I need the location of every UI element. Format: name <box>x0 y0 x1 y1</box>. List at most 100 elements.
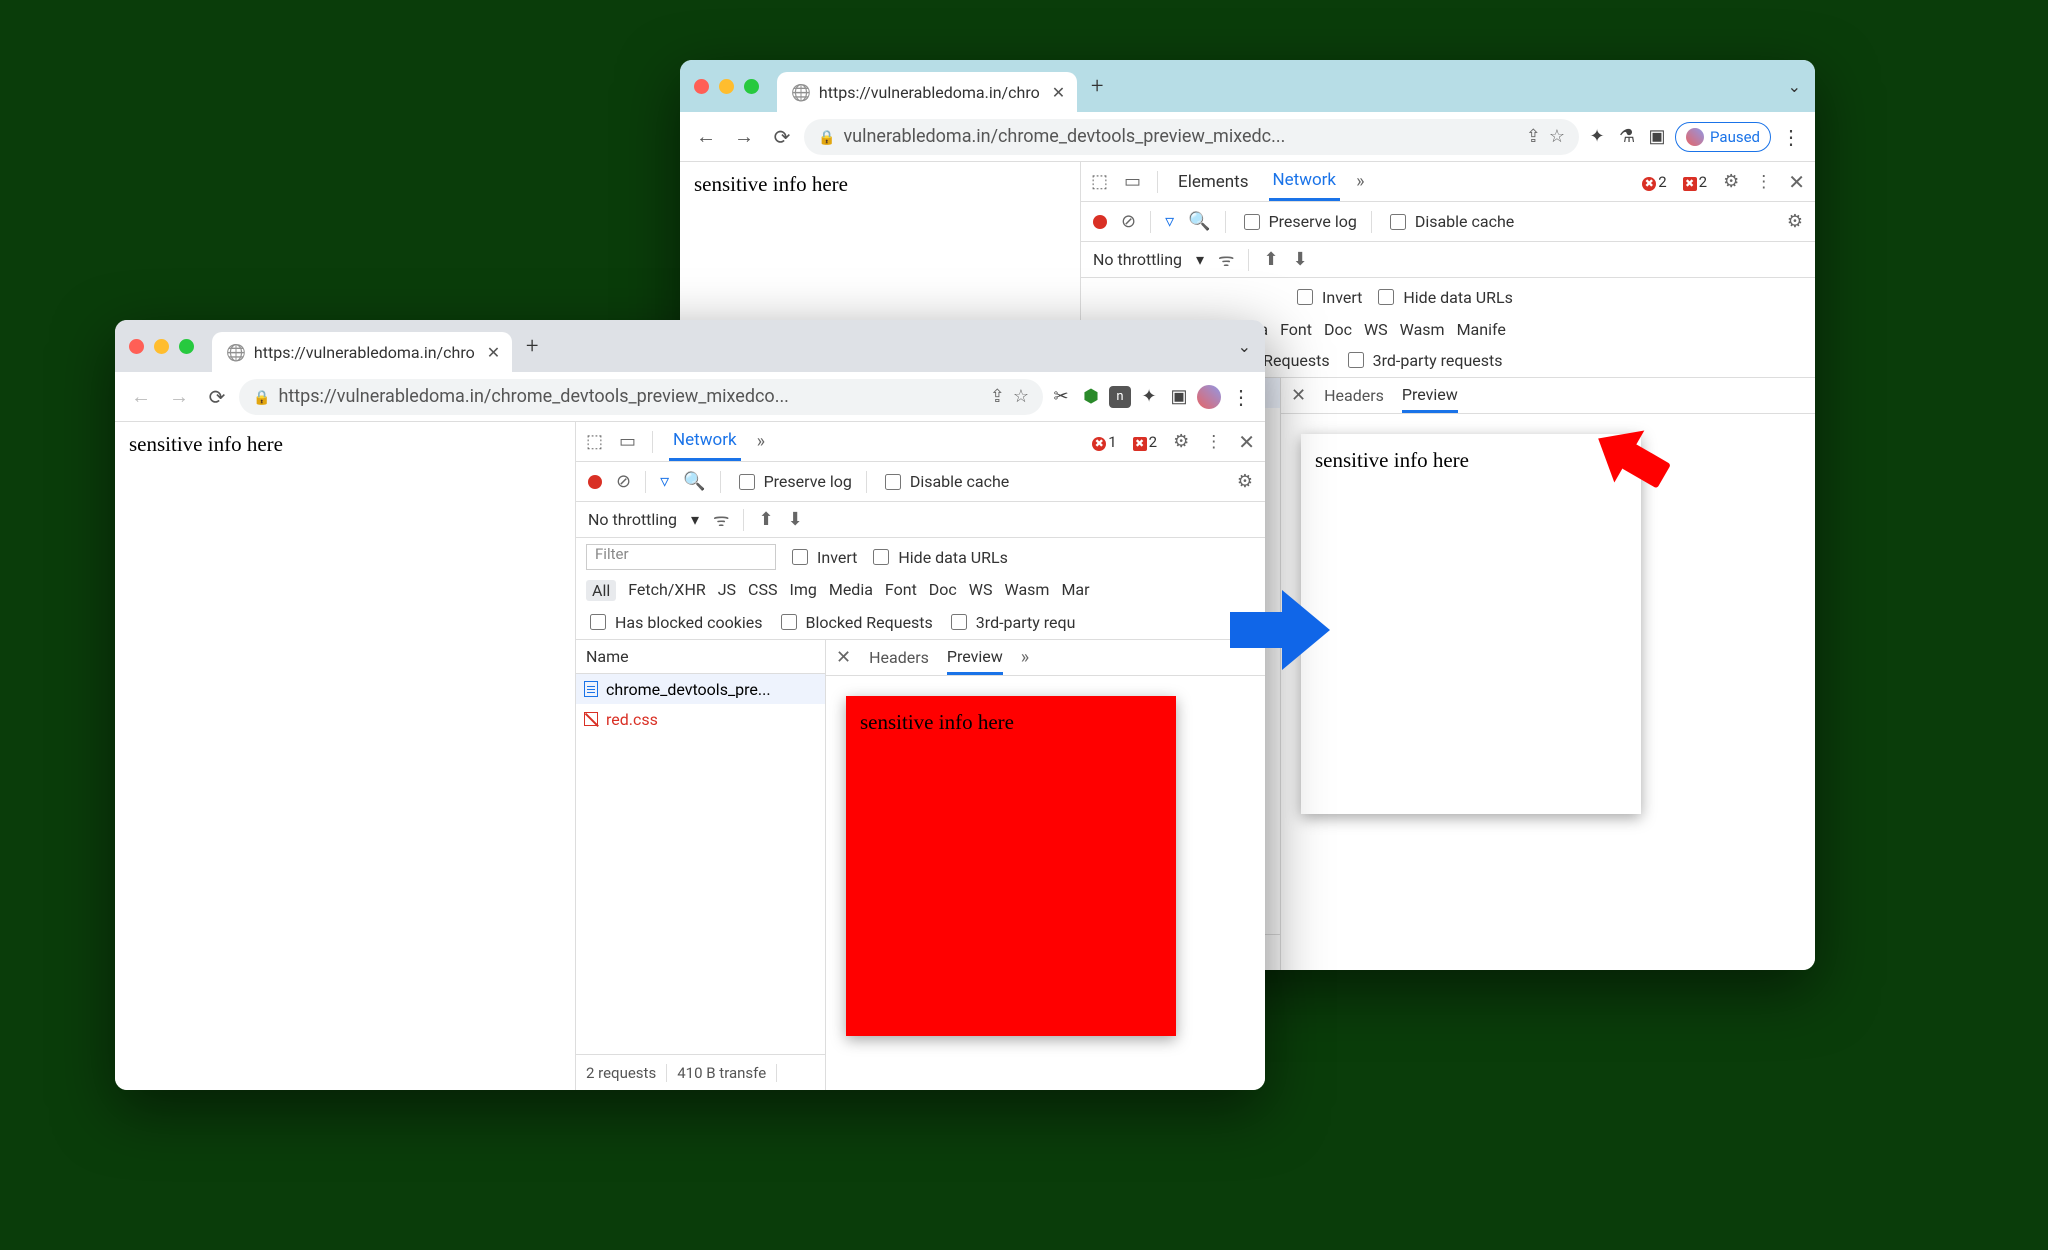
reload-button[interactable]: ⟳ <box>201 385 233 409</box>
device-icon[interactable]: ▭ <box>619 431 636 452</box>
chevron-down-icon[interactable]: ▾ <box>691 510 699 529</box>
ext-n-icon[interactable]: n <box>1109 386 1131 408</box>
close-tab-icon[interactable]: ✕ <box>1052 83 1065 102</box>
blocked-requests-checkbox[interactable]: Blocked Requests <box>777 611 933 633</box>
browser-tab[interactable]: https://vulnerabledoma.in/chro ✕ <box>212 332 512 372</box>
close-detail-icon[interactable]: ✕ <box>836 647 851 668</box>
close-tab-icon[interactable]: ✕ <box>487 343 500 362</box>
new-tab-button[interactable]: + <box>1091 74 1103 99</box>
tab-preview[interactable]: Preview <box>947 640 1003 675</box>
more-tabs-icon[interactable]: » <box>1356 171 1364 192</box>
address-bar[interactable]: vulnerabledoma.in/chrome_devtools_previe… <box>804 119 1579 155</box>
kebab-icon[interactable]: ⋮ <box>1205 432 1222 452</box>
more-tabs-icon[interactable]: » <box>757 431 765 452</box>
wifi-icon[interactable]: ᯤ <box>1218 248 1234 272</box>
tab-preview[interactable]: Preview <box>1402 378 1458 413</box>
error-badge-1[interactable]: ✖2 <box>1642 172 1666 192</box>
filter-icon[interactable]: ▿ <box>660 471 669 492</box>
ext1-icon[interactable]: ⬢ <box>1079 385 1103 409</box>
error-badge-1[interactable]: ✖1 <box>1092 432 1116 452</box>
inspect-icon[interactable]: ⬚ <box>586 431 603 452</box>
close-window-icon[interactable] <box>694 79 709 94</box>
search-icon[interactable]: 🔍 <box>683 471 705 492</box>
download-icon[interactable]: ⬇ <box>1293 249 1308 270</box>
blocked-cookies-checkbox[interactable]: Has blocked cookies <box>586 611 763 633</box>
minimize-window-icon[interactable] <box>154 339 169 354</box>
tab-network[interactable]: Network <box>1269 162 1341 201</box>
filter-icon[interactable]: ▿ <box>1165 211 1174 232</box>
tab-elements[interactable]: Elements <box>1174 162 1252 201</box>
scissors-icon[interactable]: ✂ <box>1049 385 1073 409</box>
forward-button[interactable]: → <box>163 384 195 409</box>
network-gear-icon[interactable]: ⚙ <box>1237 471 1253 492</box>
chrome-menu-icon[interactable]: ⋮ <box>1227 385 1255 409</box>
close-window-icon[interactable] <box>129 339 144 354</box>
forward-button[interactable]: → <box>728 124 760 149</box>
throttle-select[interactable]: No throttling <box>1093 250 1182 269</box>
hide-data-urls-checkbox[interactable]: Hide data URLs <box>1374 286 1513 308</box>
maximize-window-icon[interactable] <box>744 79 759 94</box>
tab-list-chevron-icon[interactable]: ⌄ <box>1238 337 1251 356</box>
tab-headers[interactable]: Headers <box>1324 378 1384 413</box>
invert-checkbox[interactable]: Invert <box>1293 286 1362 308</box>
download-icon[interactable]: ⬇ <box>788 509 803 530</box>
share-icon[interactable]: ⇪ <box>990 386 1005 407</box>
minimize-window-icon[interactable] <box>719 79 734 94</box>
maximize-window-icon[interactable] <box>179 339 194 354</box>
panel-icon[interactable]: ▣ <box>1167 385 1191 409</box>
back-button[interactable]: ← <box>125 384 157 409</box>
close-devtools-icon[interactable]: ✕ <box>1238 430 1255 454</box>
clear-icon[interactable]: ⊘ <box>616 471 631 492</box>
disable-cache-checkbox[interactable]: Disable cache <box>1386 211 1514 233</box>
preserve-log-checkbox[interactable]: Preserve log <box>1240 211 1357 233</box>
tab-list-chevron-icon[interactable]: ⌄ <box>1788 77 1801 96</box>
tab-headers[interactable]: Headers <box>869 640 929 675</box>
gear-icon[interactable]: ⚙ <box>1723 171 1739 192</box>
gear-icon[interactable]: ⚙ <box>1173 431 1189 452</box>
request-row[interactable]: chrome_devtools_pre... <box>576 674 825 704</box>
network-gear-icon[interactable]: ⚙ <box>1787 211 1803 232</box>
extensions-icon[interactable]: ✦ <box>1585 125 1609 149</box>
chrome-menu-icon[interactable]: ⋮ <box>1777 125 1805 149</box>
close-detail-icon[interactable]: ✕ <box>1291 385 1306 406</box>
flask-icon[interactable]: ⚗ <box>1615 125 1639 149</box>
inspect-icon[interactable]: ⬚ <box>1091 171 1108 192</box>
error-badge-2[interactable]: ✖2 <box>1133 432 1157 452</box>
resource-type-filters[interactable]: All Fetch/XHR JS CSS Img Media Font Doc … <box>576 576 1265 605</box>
avatar-icon[interactable] <box>1197 385 1221 409</box>
address-bar[interactable]: https://vulnerabledoma.in/chrome_devtool… <box>239 379 1043 415</box>
browser-tab[interactable]: https://vulnerabledoma.in/chro ✕ <box>777 72 1077 112</box>
upload-icon[interactable]: ⬆ <box>758 509 773 530</box>
more-tabs-icon[interactable]: » <box>1021 647 1029 668</box>
disable-cache-checkbox[interactable]: Disable cache <box>881 471 1009 493</box>
extensions-icon[interactable]: ✦ <box>1137 385 1161 409</box>
device-icon[interactable]: ▭ <box>1124 171 1141 192</box>
window-controls[interactable] <box>129 339 194 354</box>
profile-paused-chip[interactable]: Paused <box>1675 122 1771 152</box>
window-controls[interactable] <box>694 79 759 94</box>
tab-network[interactable]: Network <box>669 422 741 461</box>
error-badge-2[interactable]: ✖2 <box>1683 172 1707 192</box>
star-icon[interactable]: ☆ <box>1013 386 1029 407</box>
invert-checkbox[interactable]: Invert <box>788 546 857 568</box>
upload-icon[interactable]: ⬆ <box>1263 249 1278 270</box>
search-icon[interactable]: 🔍 <box>1188 211 1210 232</box>
third-party-checkbox[interactable]: 3rd-party requ <box>947 611 1076 633</box>
reload-button[interactable]: ⟳ <box>766 125 798 149</box>
list-header[interactable]: Name <box>576 640 825 674</box>
hide-data-urls-checkbox[interactable]: Hide data URLs <box>869 546 1008 568</box>
wifi-icon[interactable]: ᯤ <box>713 508 729 532</box>
kebab-icon[interactable]: ⋮ <box>1755 172 1772 192</box>
star-icon[interactable]: ☆ <box>1549 126 1565 147</box>
third-party-checkbox[interactable]: 3rd-party requests <box>1344 349 1503 371</box>
back-button[interactable]: ← <box>690 124 722 149</box>
request-row[interactable]: red.css <box>576 704 825 734</box>
close-devtools-icon[interactable]: ✕ <box>1788 170 1805 194</box>
new-tab-button[interactable]: + <box>526 334 538 359</box>
chevron-down-icon[interactable]: ▾ <box>1196 250 1204 269</box>
clear-icon[interactable]: ⊘ <box>1121 211 1136 232</box>
record-icon[interactable] <box>588 475 602 489</box>
record-icon[interactable] <box>1093 215 1107 229</box>
throttle-select[interactable]: No throttling <box>588 510 677 529</box>
filter-input[interactable]: Filter <box>586 544 776 570</box>
